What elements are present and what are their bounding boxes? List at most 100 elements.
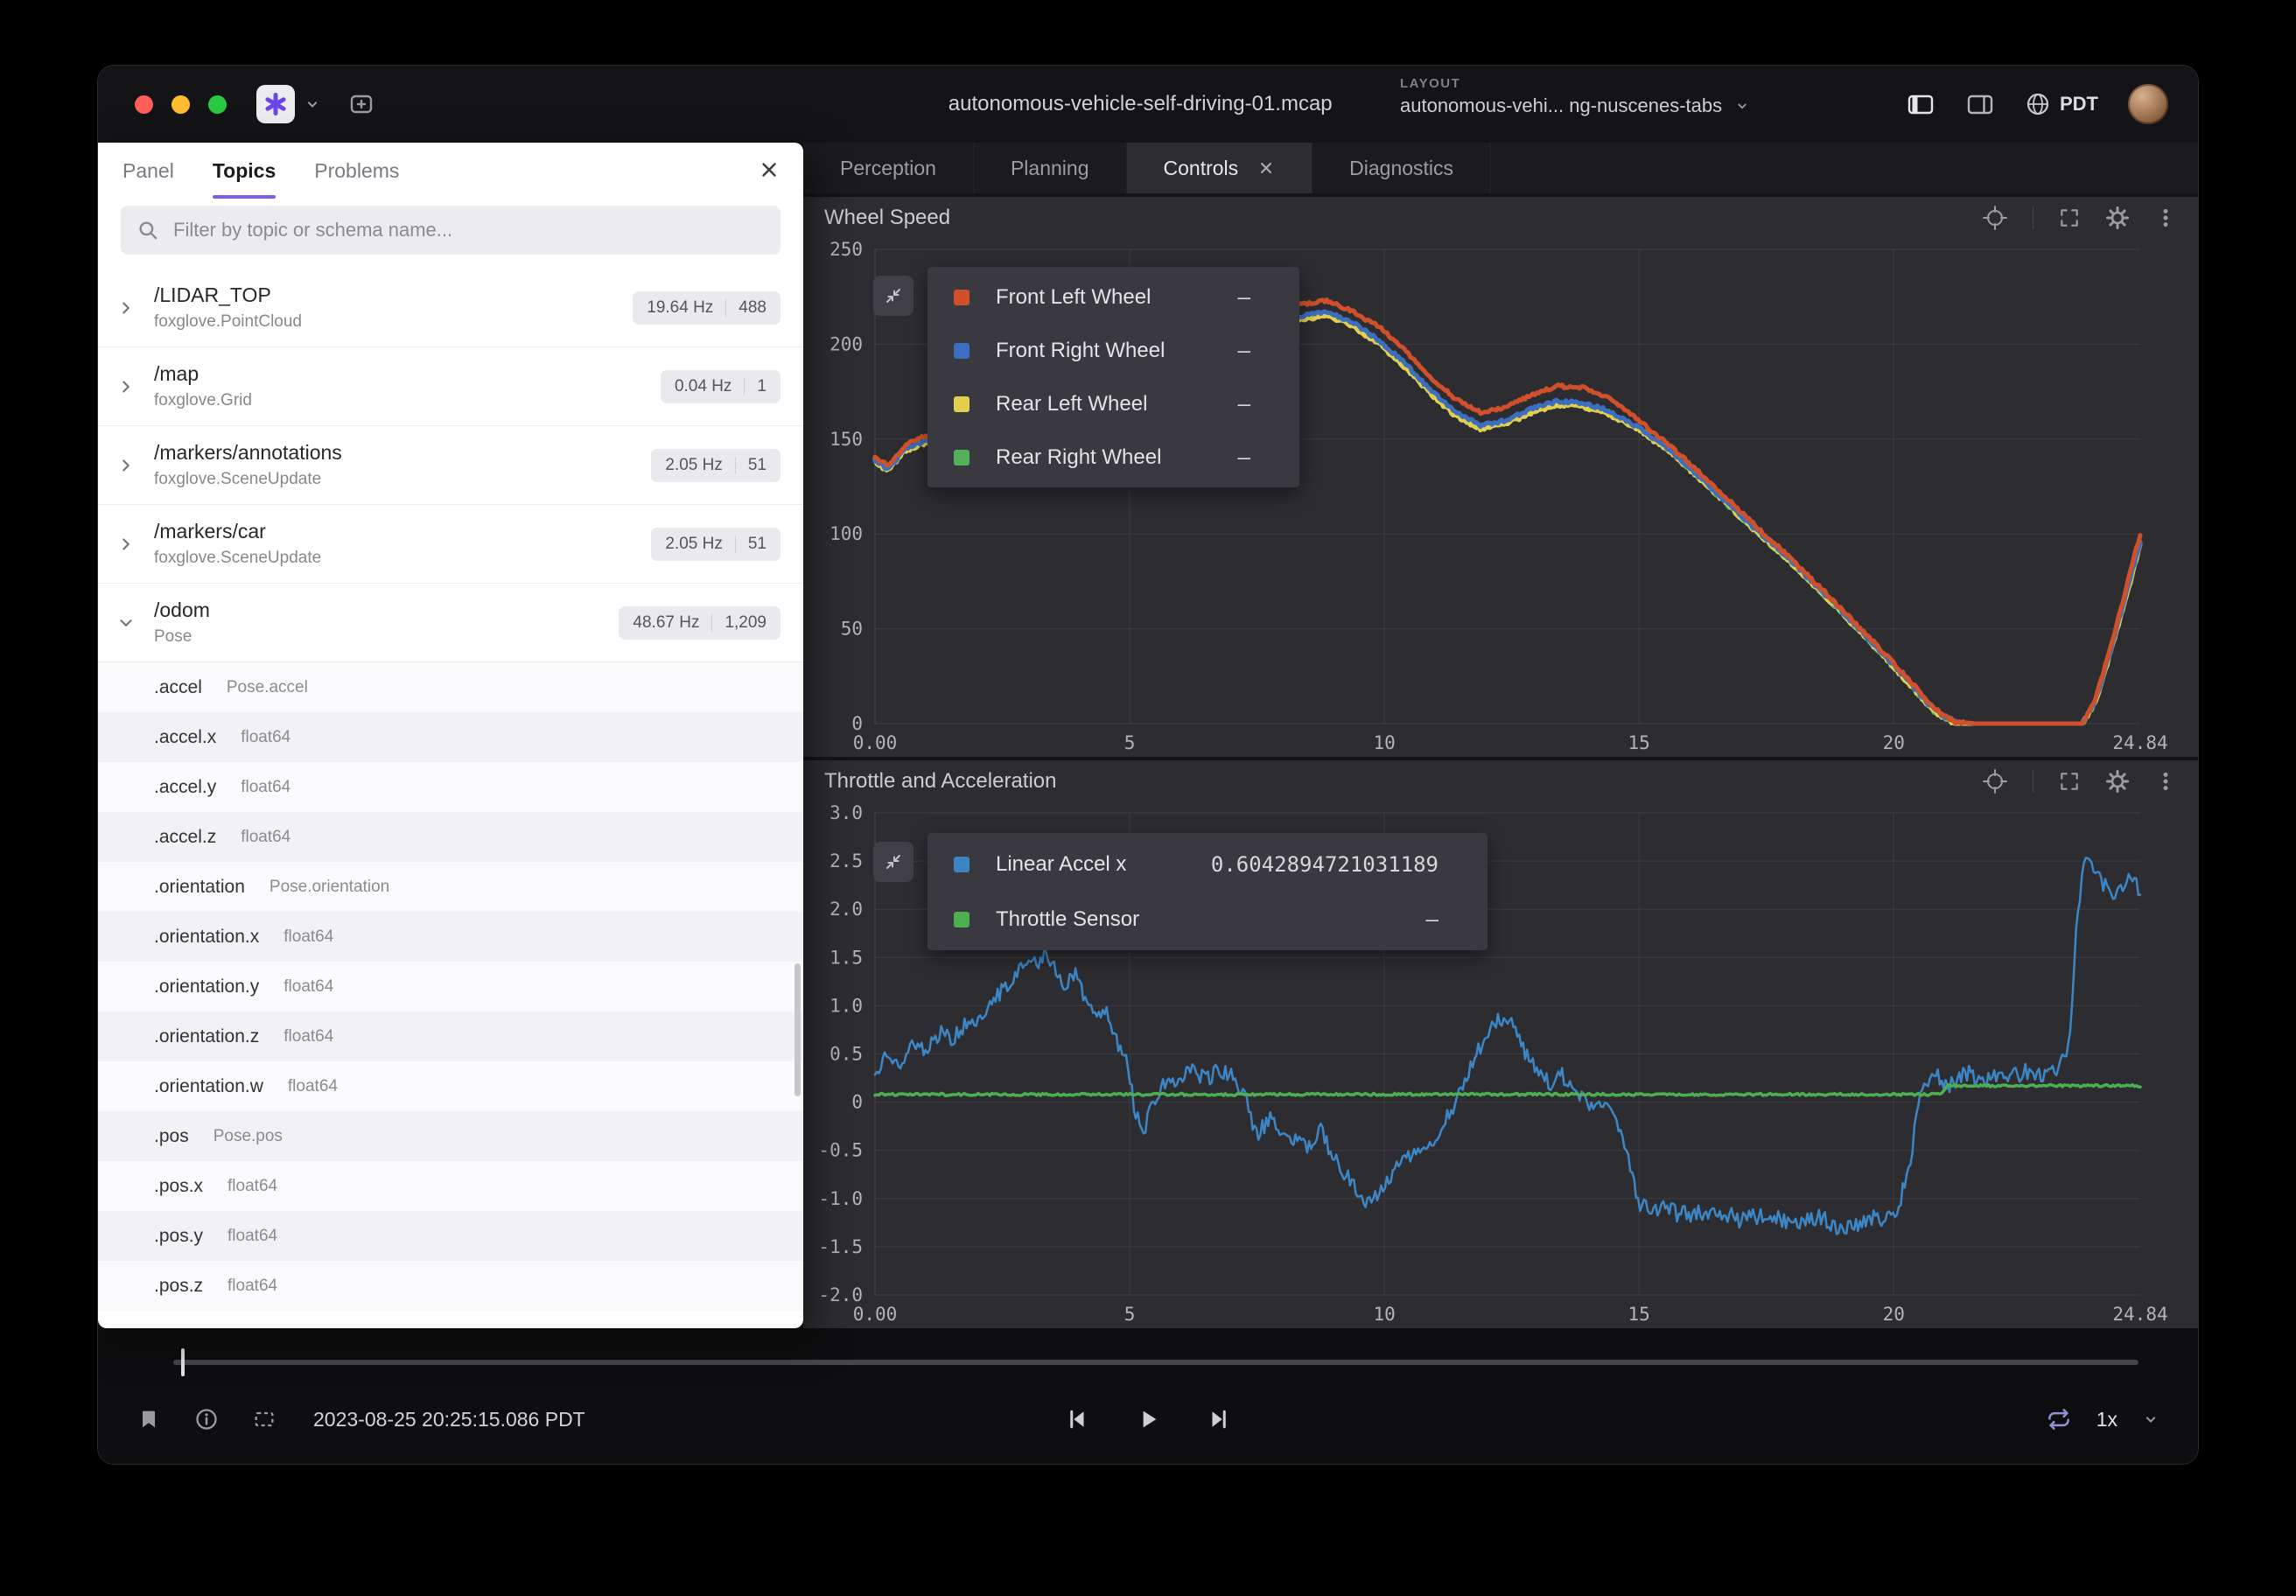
- zoom-window-button[interactable]: [208, 95, 227, 114]
- close-window-button[interactable]: [135, 95, 153, 114]
- message-field-row[interactable]: .orientation.y float64: [98, 962, 803, 1012]
- sync-crosshair-icon[interactable]: [1982, 768, 2008, 794]
- chevron-right-icon[interactable]: [98, 377, 154, 396]
- loop-playback-icon[interactable]: [2046, 1406, 2072, 1432]
- playback-bar: 2023-08-25 20:25:15.086 PDT 1x: [98, 1328, 2198, 1464]
- svg-text:1.5: 1.5: [830, 947, 863, 968]
- chevron-right-icon[interactable]: [98, 535, 154, 554]
- play-button-icon[interactable]: [1134, 1405, 1162, 1433]
- more-options-icon[interactable]: [2154, 206, 2177, 229]
- playhead[interactable]: [181, 1348, 185, 1376]
- message-field-row[interactable]: .accel.x float64: [98, 712, 803, 762]
- legend-collapse-button[interactable]: [873, 276, 914, 316]
- topic-name: /odom: [154, 598, 210, 622]
- message-field-row[interactable]: .pos Pose.pos: [98, 1111, 803, 1161]
- series-color-swatch: [954, 857, 970, 872]
- layout-selector[interactable]: LAYOUT autonomous-vehi... ng-nuscenes-ta…: [1400, 76, 1750, 117]
- field-type: Pose.pos: [214, 1127, 283, 1146]
- fullscreen-icon[interactable]: [2058, 770, 2081, 793]
- fullscreen-icon[interactable]: [2058, 206, 2081, 229]
- legend-row[interactable]: Front Left Wheel —: [928, 270, 1299, 324]
- close-panel-icon[interactable]: [758, 158, 780, 181]
- playback-speed[interactable]: 1x: [2096, 1408, 2118, 1432]
- message-field-row[interactable]: .orientation.z float64: [98, 1012, 803, 1061]
- topic-row[interactable]: /markers/annotations foxglove.SceneUpdat…: [98, 426, 803, 505]
- legend-row[interactable]: Front Right Wheel —: [928, 324, 1299, 377]
- topic-row[interactable]: /markers/car foxglove.SceneUpdate 2.05 H…: [98, 505, 803, 584]
- seek-backward-icon[interactable]: [1064, 1406, 1090, 1432]
- topic-message-count: 1: [757, 377, 766, 396]
- message-field-row[interactable]: .orientation.w float64: [98, 1061, 803, 1111]
- settings-gear-icon[interactable]: [2105, 769, 2130, 794]
- window-title: autonomous-vehicle-self-driving-01.mcap: [948, 92, 1333, 116]
- panel-tab[interactable]: Topics: [213, 143, 276, 199]
- message-field-row[interactable]: .pos.y float64: [98, 1211, 803, 1261]
- svg-text:-1.5: -1.5: [818, 1236, 863, 1257]
- speed-dropdown-chevron-icon[interactable]: [2142, 1410, 2160, 1428]
- bookmark-icon[interactable]: [136, 1407, 161, 1432]
- field-name: .pos.y: [154, 1226, 203, 1247]
- timezone-selector[interactable]: PDT: [2025, 91, 2098, 117]
- message-field-row[interactable]: .accel.y float64: [98, 762, 803, 812]
- topic-frequency: 2.05 Hz: [665, 456, 722, 475]
- chart-tab[interactable]: Diagnostics: [1312, 143, 1491, 193]
- message-field-row[interactable]: .accel.z float64: [98, 812, 803, 862]
- legend-row[interactable]: Throttle Sensor —: [928, 892, 1488, 947]
- chart-tab[interactable]: Perception: [803, 143, 974, 193]
- message-field-row[interactable]: .pos.x float64: [98, 1161, 803, 1211]
- message-field-row[interactable]: .accel Pose.accel: [98, 662, 803, 712]
- main-content: Perception Planning Controls: [98, 143, 2198, 1328]
- chart-tab[interactable]: Controls: [1127, 143, 1313, 193]
- right-sidebar-toggle-icon[interactable]: [1965, 91, 1995, 117]
- svg-text:0.00: 0.00: [853, 1304, 898, 1325]
- timezone-label: PDT: [2060, 93, 2098, 116]
- search-input[interactable]: [172, 218, 765, 242]
- scrollbar-thumb[interactable]: [794, 963, 801, 1096]
- chart-tab[interactable]: Planning: [974, 143, 1127, 193]
- left-sidebar-toggle-icon[interactable]: [1906, 91, 1936, 117]
- chevron-right-icon[interactable]: [98, 298, 154, 318]
- settings-gear-icon[interactable]: [2105, 206, 2130, 230]
- legend-row[interactable]: Rear Right Wheel —: [928, 430, 1299, 484]
- topics-panel: Panel Topics Problems: [98, 143, 803, 1328]
- topic-row[interactable]: /odom Pose 48.67 Hz 1,209: [98, 584, 803, 662]
- legend-row[interactable]: Rear Left Wheel —: [928, 377, 1299, 430]
- chart-tab-label: Diagnostics: [1349, 157, 1453, 180]
- panel-tab[interactable]: Problems: [314, 143, 399, 199]
- user-avatar[interactable]: [2128, 84, 2168, 124]
- sync-crosshair-icon[interactable]: [1982, 205, 2008, 231]
- topic-name: /map: [154, 362, 252, 386]
- new-window-icon[interactable]: [347, 90, 375, 118]
- legend-collapse-button[interactable]: [873, 842, 914, 882]
- message-field-row[interactable]: .orientation Pose.orientation: [98, 862, 803, 912]
- field-type: float64: [284, 1027, 333, 1046]
- timeline-scrubber[interactable]: [173, 1360, 2138, 1365]
- field-name: .orientation.w: [154, 1076, 263, 1097]
- panel-tab[interactable]: Panel: [122, 143, 174, 199]
- legend-row[interactable]: Linear Accel x 0.6042894721031189: [928, 836, 1488, 892]
- seek-forward-icon[interactable]: [1206, 1406, 1232, 1432]
- tab-close-icon[interactable]: [1257, 159, 1275, 177]
- message-field-row[interactable]: .orientation.x float64: [98, 912, 803, 962]
- topic-name: /markers/annotations: [154, 441, 342, 465]
- message-field-row[interactable]: .pos.z float64: [98, 1261, 803, 1311]
- svg-text:0: 0: [851, 1092, 863, 1113]
- app-window: autonomous-vehicle-self-driving-01.mcap …: [98, 66, 2198, 1464]
- chart-tab-label: Planning: [1011, 157, 1089, 180]
- series-label: Rear Right Wheel: [996, 445, 1238, 470]
- topic-row[interactable]: /LIDAR_TOP foxglove.PointCloud 19.64 Hz …: [98, 269, 803, 347]
- svg-text:10: 10: [1373, 732, 1395, 753]
- info-icon[interactable]: [194, 1407, 219, 1432]
- svg-text:20: 20: [1883, 732, 1905, 753]
- topic-stats-badge: 0.04 Hz 1: [661, 370, 780, 403]
- field-type: Pose.accel: [227, 678, 308, 697]
- more-options-icon[interactable]: [2154, 770, 2177, 793]
- app-menu-chevron-icon[interactable]: [304, 95, 321, 113]
- selection-frame-icon[interactable]: [252, 1407, 276, 1432]
- chevron-right-icon[interactable]: [98, 456, 154, 475]
- foxglove-logo[interactable]: [256, 85, 295, 123]
- chevron-right-icon[interactable]: [98, 613, 154, 633]
- panel-title: Wheel Speed: [824, 206, 950, 230]
- minimize-window-button[interactable]: [172, 95, 190, 114]
- topic-row[interactable]: /map foxglove.Grid 0.04 Hz 1: [98, 347, 803, 426]
